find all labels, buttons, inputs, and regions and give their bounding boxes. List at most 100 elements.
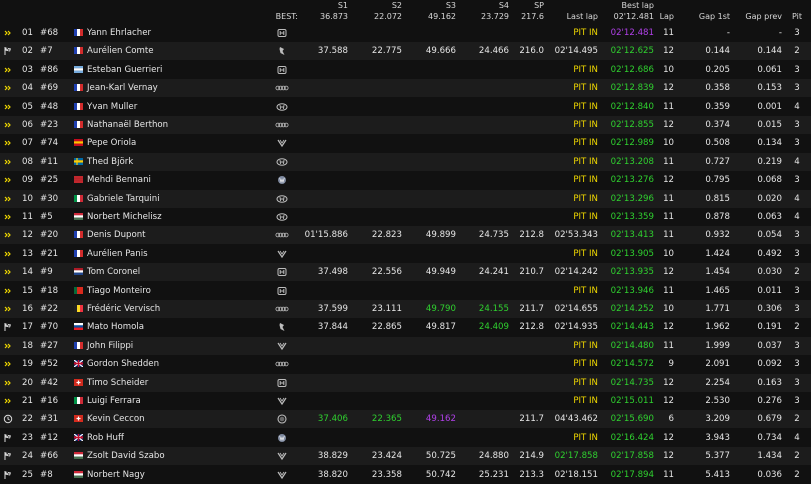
gap-first: 1.999: [705, 340, 730, 351]
sector-4: [471, 245, 509, 263]
lap-count: 11: [663, 230, 674, 241]
standings-row[interactable]: 17 #70 Mato Homola 37.844 22.865 49.817 24.409…: [0, 318, 811, 337]
gap-first: 0.205: [705, 64, 730, 75]
sector-2: [364, 79, 402, 97]
standings-row[interactable]: 24 #66 Zsolt David Szabo 38.829 23.424 50.725…: [0, 447, 811, 466]
standings-row[interactable]: 14 #9 Tom Coronel 37.498 22.556 49.949 24.241 2…: [0, 263, 811, 282]
position: 09: [22, 175, 33, 186]
col-s3: S3: [445, 1, 456, 10]
driver-name: Mato Homola: [87, 322, 145, 333]
sector-3: [418, 374, 456, 392]
speed-trap: 211.7: [519, 414, 544, 425]
pit-stops: 3: [794, 285, 800, 296]
best-lap: 02'12.989: [610, 138, 654, 149]
position: 12: [22, 230, 33, 241]
standings-row[interactable]: 04 #69 Jean-Karl Vernay PIT IN 02'12.839 12 0.…: [0, 79, 811, 98]
country-flag-icon: [74, 139, 83, 147]
position: 17: [22, 322, 33, 333]
standings-row[interactable]: 19 #52 Gordon Shedden PIT IN 02'14.572 9 2.091…: [0, 355, 811, 374]
sector-2: 23.358: [371, 469, 402, 480]
position: 07: [22, 138, 33, 149]
col-gap-prev: Gap prev: [745, 12, 782, 21]
sector-1: [295, 282, 348, 300]
car-number: #16: [40, 396, 59, 406]
standings-row[interactable]: 22 #31 Kevin Ceccon 37.406 22.365 49.162 211.7…: [0, 410, 811, 429]
standings-row[interactable]: 12 #20 Denis Dupont 01'15.886 22.823 49.899 24…: [0, 226, 811, 245]
best-lap: 02'13.276: [610, 175, 654, 186]
gap-first: 0.359: [705, 101, 730, 112]
pit-stops: 4: [794, 432, 800, 443]
standings-row[interactable]: 21 #16 Luigi Ferrara PIT IN 02'15.011 12 2.530…: [0, 392, 811, 410]
standings-row[interactable]: 05 #48 Yvan Muller PIT IN 02'12.840 11 0.359 0.…: [0, 97, 811, 116]
driver-name: Jean-Karl Vernay: [87, 83, 158, 94]
standings-row[interactable]: 03 #86 Esteban Guerrieri PIT IN 02'12.686 10 0…: [0, 60, 811, 79]
position: 13: [22, 248, 33, 259]
clock-icon: [3, 415, 13, 424]
best-lap: 02'13.946: [610, 285, 654, 296]
col-sp: SP: [534, 1, 544, 10]
standings-row[interactable]: 11 #5 Norbert Michelisz PIT IN 02'13.359 11 0.…: [0, 208, 811, 226]
gap-first: 2.091: [705, 359, 730, 370]
standings-row[interactable]: 16 #22 Frédéric Vervisch 37.599 23.111 49.790…: [0, 300, 811, 318]
standings-row[interactable]: 25 #8 Norbert Nagy 38.820 23.358 50.742 25.231…: [0, 465, 811, 484]
last-lap: PIT IN: [573, 396, 598, 406]
sector-4: [471, 61, 509, 79]
gap-first: -: [726, 28, 730, 38]
sector-1: [295, 190, 348, 208]
driver-name: Yann Ehrlacher: [87, 28, 152, 38]
sector-4: [471, 392, 509, 410]
standings-row[interactable]: 06 #23 Nathanaël Berthon PIT IN 02'12.855 12 0…: [0, 116, 811, 134]
car-number: #9: [40, 267, 53, 278]
standings-row[interactable]: 08 #11 Thed Björk PIT IN 02'13.208 11 0.727 0.2…: [0, 152, 811, 171]
standings-row[interactable]: 20 #42 Timo Scheider PIT IN 02'14.735 12 2.254…: [0, 373, 811, 392]
pit-arrow-icon: [4, 122, 11, 128]
col-gap-first: Gap 1st: [698, 12, 730, 21]
pit-stops: 3: [794, 120, 800, 130]
pit-stops: 4: [794, 156, 800, 167]
standings-row[interactable]: 10 #30 Gabriele Tarquini PIT IN 02'13.296 11 0…: [0, 189, 811, 208]
car-number: #68: [40, 28, 59, 38]
car-number: #7: [40, 46, 53, 57]
pit-stops: 4: [794, 212, 800, 222]
car-number: #69: [40, 83, 59, 94]
sector-1: [295, 116, 348, 134]
speed-trap: [510, 190, 544, 208]
standings-row[interactable]: 18 #27 John Filippi PIT IN 02'14.480 11 1.999 0…: [0, 336, 811, 355]
pit-arrow-icon: [4, 67, 11, 73]
pit-stops: 3: [794, 377, 800, 388]
standings-row[interactable]: 15 #18 Tiago Monteiro PIT IN 02'13.946 11 1.46…: [0, 281, 811, 300]
standings-row[interactable]: 09 #25 Mehdi Bennani PIT IN 02'13.276 12 0.795…: [0, 171, 811, 190]
gap-prev: 0.054: [757, 230, 782, 241]
speed-trap: [510, 429, 544, 447]
lap-count: 11: [663, 285, 674, 296]
lap-count: 10: [663, 304, 674, 314]
position: 20: [22, 377, 33, 388]
standings-row[interactable]: 13 #21 Aurélien Panis PIT IN 02'13.905 10 1.42…: [0, 244, 811, 263]
sector-4: [471, 116, 509, 134]
best-lap: 02'12.625: [610, 46, 654, 57]
standings-row[interactable]: 23 #12 Rob Huff PIT IN 02'16.424 12 3.943 0.734…: [0, 428, 811, 447]
car-number: #23: [40, 120, 59, 130]
sector-4: 24.466: [478, 46, 509, 57]
gap-first: 0.815: [705, 193, 730, 204]
gap-prev: 0.276: [757, 396, 782, 406]
driver-name: Yvan Muller: [87, 101, 138, 112]
gap-prev: 0.134: [757, 138, 782, 149]
lap-count: 12: [663, 377, 674, 388]
standings-row[interactable]: 07 #74 Pepe Oriola PIT IN 02'12.989 10 0.508 0.…: [0, 134, 811, 153]
pit-stops: 2: [794, 267, 800, 278]
sector-3: 49.899: [425, 230, 456, 241]
chequered-flag-icon: [4, 47, 11, 56]
driver-name: Esteban Guerrieri: [87, 64, 163, 75]
country-flag-icon: [74, 360, 83, 368]
honda-logo-icon: [277, 65, 287, 74]
car-number: #5: [40, 212, 53, 222]
country-flag-icon: [74, 452, 83, 460]
gap-prev: 0.001: [757, 101, 782, 112]
standings-row[interactable]: 02 #7 Aurélien Comte 37.588 22.775 49.666 24.4…: [0, 42, 811, 61]
cupra-logo-icon: [277, 471, 287, 479]
sector-2: 23.111: [371, 304, 402, 314]
speed-trap: [510, 282, 544, 300]
standings-row[interactable]: 01 #68 Yann Ehrlacher PIT IN 02'12.481 11 - - 3: [0, 24, 811, 42]
car-number: #48: [40, 101, 59, 112]
